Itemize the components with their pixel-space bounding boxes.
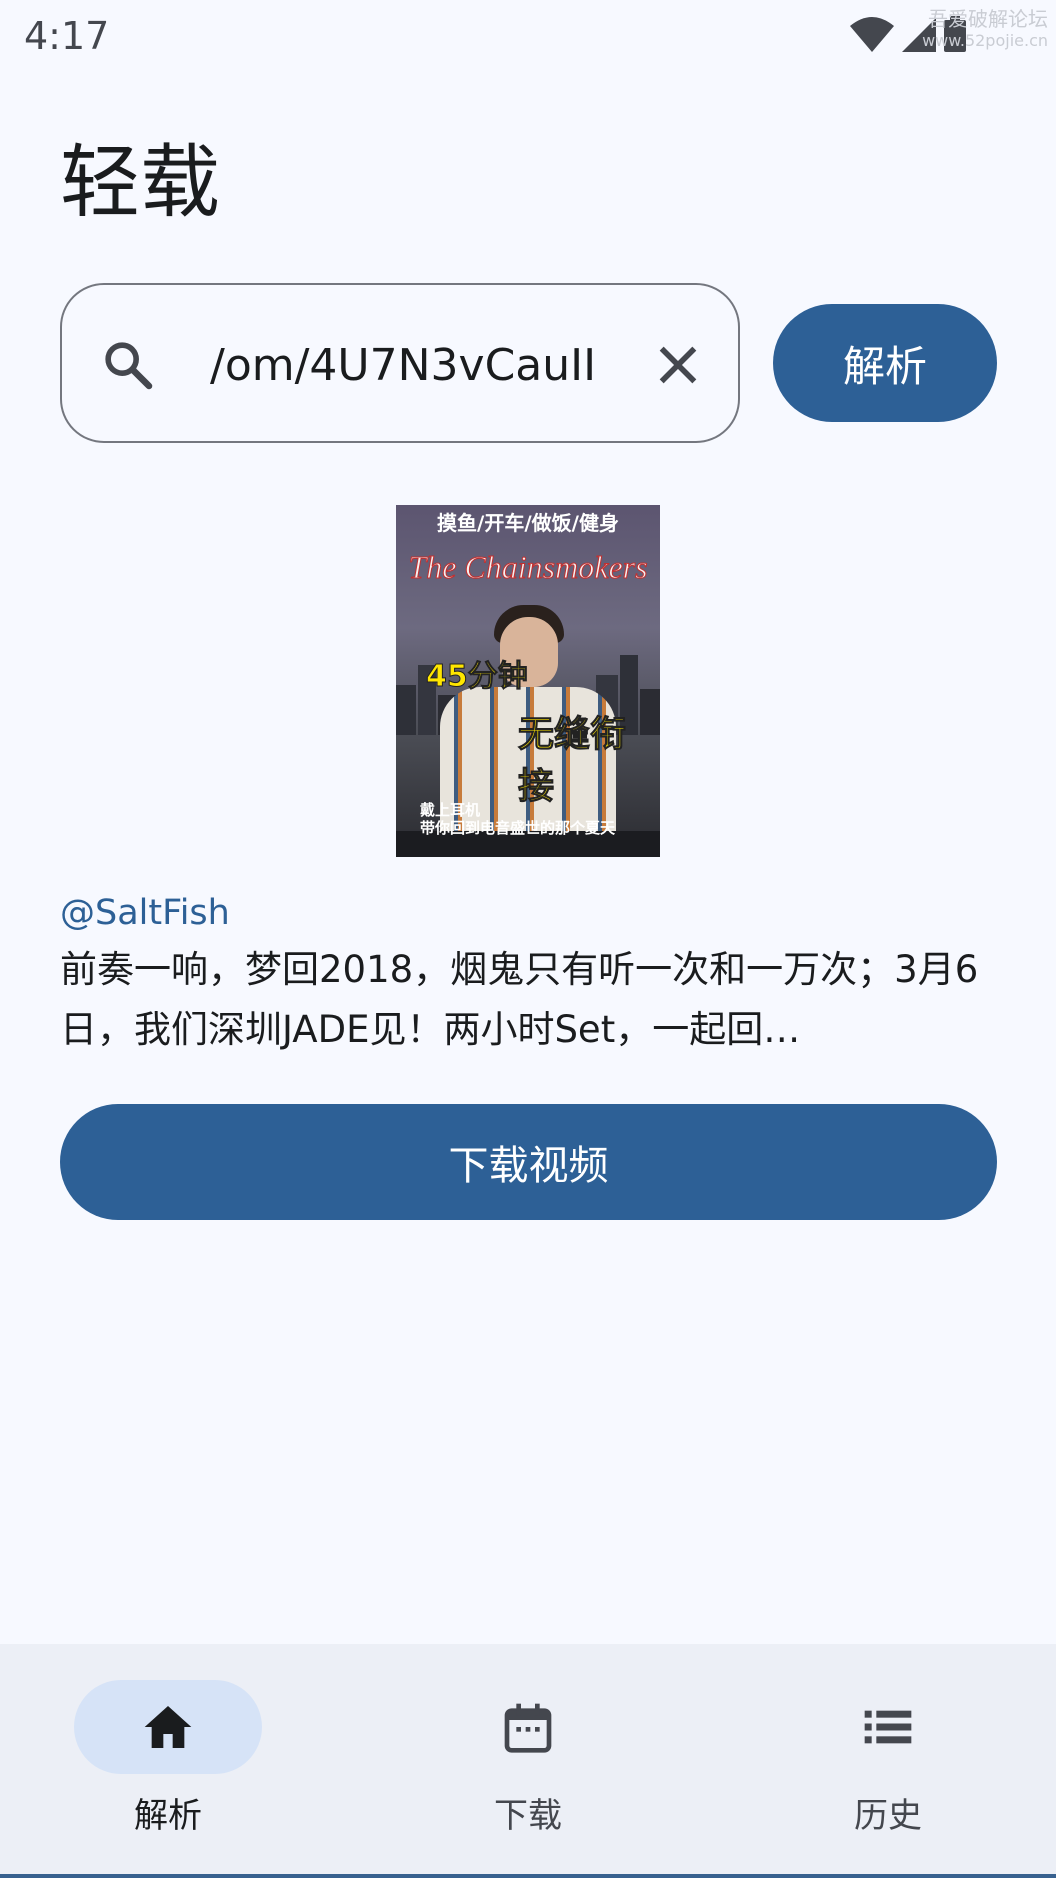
status-time: 4:17 xyxy=(24,14,110,58)
wifi-icon xyxy=(850,17,894,52)
search-icon xyxy=(105,342,153,390)
video-cover-image: 摸鱼/开车/做饭/健身 The Chainsmokers 45分钟 无缝衔接 戴… xyxy=(396,505,660,857)
video-description: 前奏一响，梦回2018，烟鬼只有听一次和一万次；3月6日，我们深圳JADE见！两… xyxy=(60,948,979,1051)
cover-bottom-line2: 带你回到电音盛世的那个夏天 xyxy=(420,819,616,837)
cover-badge-duration: 45分钟 xyxy=(426,659,529,695)
gesture-bar xyxy=(0,1874,1056,1878)
bottom-navigation: 解析 下载 历史 xyxy=(0,1644,1056,1878)
cover-title: The Chainsmokers xyxy=(408,549,648,586)
app-title: 轻载 xyxy=(60,136,220,229)
cover-badge-seamless: 无缝衔接 xyxy=(518,714,627,808)
close-icon[interactable] xyxy=(650,337,706,393)
nav-item-download[interactable]: 下载 xyxy=(360,1644,712,1878)
video-author: @SaltFish xyxy=(60,893,230,933)
watermark-line1: 吾爱破解论坛 xyxy=(928,7,1048,31)
watermark-line2: www.52pojie.cn xyxy=(922,31,1048,50)
watermark: 吾爱破解论坛 www.52pojie.cn xyxy=(922,8,1048,52)
status-bar: 4:17 吾爱破解论坛 www.52pojie.cn xyxy=(0,0,1056,72)
cover-bottom-text: 戴上耳机 带你回到电音盛世的那个夏天 xyxy=(420,801,615,837)
nav-label-history: 历史 xyxy=(854,1796,922,1836)
nav-item-parse[interactable]: 解析 xyxy=(0,1644,352,1878)
nav-item-history[interactable]: 历史 xyxy=(720,1644,1056,1878)
home-icon xyxy=(144,1706,192,1748)
list-icon xyxy=(864,1710,912,1744)
calendar-icon xyxy=(504,1703,552,1753)
url-search-field[interactable] xyxy=(60,283,740,443)
download-video-button[interactable]: 下载视频 xyxy=(60,1104,997,1220)
parse-button[interactable]: 解析 xyxy=(773,304,997,422)
nav-label-download: 下载 xyxy=(494,1796,562,1836)
nav-label-parse: 解析 xyxy=(134,1796,202,1836)
url-input[interactable] xyxy=(210,333,662,397)
cover-bottom-line1: 戴上耳机 xyxy=(420,801,481,819)
cover-top-text: 摸鱼/开车/做饭/健身 xyxy=(437,511,619,535)
